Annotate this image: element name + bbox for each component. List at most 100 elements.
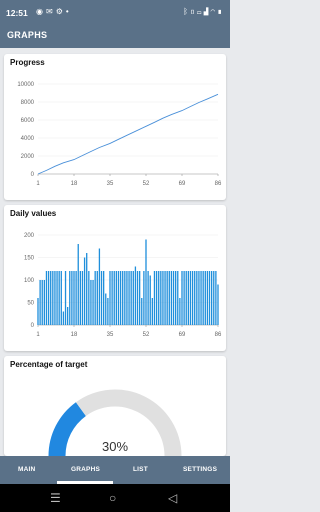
vibrate-icon: ▯: [189, 7, 197, 16]
status-bar: 12:51 ◉✉⚙• ᛒ▯▭▟◠▮: [0, 0, 230, 26]
page-title: GRAPHS: [7, 30, 48, 40]
daily-bar: [170, 271, 173, 325]
daily-bar: [83, 257, 86, 325]
x-tick-label: 69: [179, 332, 186, 338]
daily-bar: [47, 271, 50, 325]
daily-bar: [102, 271, 105, 325]
daily-bar: [202, 271, 204, 325]
home-icon[interactable]: ○: [109, 491, 116, 505]
daily-bar: [130, 271, 132, 325]
bottom-nav: MAIN GRAPHS LIST SETTINGS: [0, 456, 230, 484]
daily-bar: [94, 271, 96, 325]
daily-bar: [86, 253, 88, 325]
x-tick-label: 35: [107, 332, 114, 338]
daily-bar: [151, 298, 154, 325]
daily-bar: [194, 271, 196, 325]
daily-bar: [39, 280, 41, 325]
daily-bar: [107, 298, 109, 325]
daily-bar: [90, 280, 92, 325]
daily-bar: [185, 271, 187, 325]
daily-bar: [132, 271, 134, 325]
y-tick-label: 4000: [21, 136, 35, 142]
y-tick-label: 200: [24, 233, 35, 239]
daily-bar: [45, 271, 48, 325]
target-percent-label: 30%: [101, 439, 129, 454]
daily-bar: [113, 271, 115, 325]
daily-bar: [37, 298, 39, 325]
daily-bar: [128, 271, 130, 325]
y-tick-label: 150: [24, 256, 35, 262]
gmail-icon: ✉: [45, 7, 56, 16]
dot-icon: •: [65, 7, 72, 16]
daily-bar: [215, 271, 217, 325]
progress-card: Progress 0 2000 4000 6000 8000 10000 1 18 35 52 69…: [4, 54, 226, 200]
daily-bar: [117, 271, 120, 325]
daily-bar: [208, 271, 211, 325]
daily-bar: [64, 271, 67, 325]
daily-bar: [210, 271, 213, 325]
app-bar: GRAPHS: [0, 26, 230, 48]
daily-bar: [75, 271, 77, 325]
daily-bar: [98, 248, 101, 325]
daily-bar-chart: 0 50 100 150 200 1 18 35 52 69 86: [24, 233, 222, 338]
daily-bar: [54, 271, 56, 325]
daily-bar: [179, 298, 181, 325]
daily-bar: [134, 266, 137, 325]
back-icon[interactable]: ◁: [168, 491, 177, 505]
daily-bar: [105, 293, 107, 325]
x-tick-label: 52: [143, 332, 150, 338]
daily-bar: [58, 271, 60, 325]
x-tick-label: 86: [215, 181, 222, 187]
daily-bar: [66, 307, 69, 325]
daily-bar: [79, 271, 82, 325]
daily-bar: [77, 244, 79, 325]
daily-bar: [141, 298, 143, 325]
x-tick-label: 18: [71, 181, 78, 187]
daily-bar: [92, 280, 94, 325]
daily-bar: [109, 271, 111, 325]
daily-bar: [213, 271, 215, 325]
tab-graphs[interactable]: GRAPHS: [71, 466, 100, 473]
daily-bar: [41, 280, 43, 325]
daily-bar: [204, 271, 206, 325]
daily-bar: [43, 280, 46, 325]
y-tick-label: 6000: [21, 118, 35, 124]
tab-main[interactable]: MAIN: [18, 466, 35, 473]
daily-bar: [155, 271, 158, 325]
daily-bar: [71, 271, 73, 325]
daily-bar: [56, 271, 58, 325]
y-tick-label: 0: [31, 172, 35, 178]
daily-bar: [191, 271, 194, 325]
settings-icon: ⚙: [55, 7, 66, 16]
y-tick-label: 100: [24, 278, 35, 284]
status-right-icons: ᛒ▯▭▟◠▮: [183, 7, 224, 16]
y-tick-label: 8000: [21, 100, 35, 106]
x-tick-label: 86: [215, 332, 222, 338]
daily-bar: [124, 271, 126, 325]
daily-bar: [196, 271, 198, 325]
x-tick-label: 69: [179, 181, 186, 187]
y-tick-label: 10000: [17, 82, 34, 88]
battery-icon: ▮: [217, 7, 224, 16]
daily-bar: [115, 271, 118, 325]
menu-icon[interactable]: ☰: [50, 491, 61, 505]
daily-bar: [145, 239, 147, 325]
daily-bar: [81, 271, 84, 325]
tab-list[interactable]: LIST: [133, 466, 148, 473]
daily-bar: [100, 271, 103, 325]
daily-bar: [206, 271, 209, 325]
daily-bar: [183, 271, 185, 325]
x-tick-label: 1: [36, 332, 40, 338]
tab-settings[interactable]: SETTINGS: [183, 466, 217, 473]
daily-bar: [69, 271, 71, 325]
daily-bar: [162, 271, 164, 325]
daily-bar: [136, 271, 139, 325]
y-tick-label: 2000: [21, 154, 35, 160]
daily-bar: [177, 271, 179, 325]
daily-bar: [181, 271, 183, 325]
daily-bar: [198, 271, 200, 325]
daily-bar: [217, 284, 219, 325]
status-left-icons: ◉✉⚙•: [36, 7, 72, 16]
daily-bar: [158, 271, 160, 325]
daily-bar: [88, 271, 90, 325]
